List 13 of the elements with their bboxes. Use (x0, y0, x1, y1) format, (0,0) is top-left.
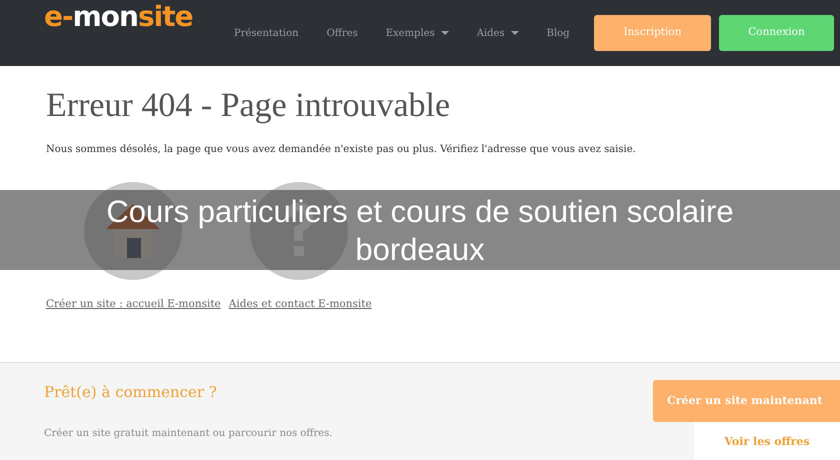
nav-link[interactable]: Exemples (372, 26, 463, 40)
footer-title: Prêt(e) à commencer ? (44, 383, 217, 401)
logo[interactable]: e-monsite (44, 0, 193, 34)
link[interactable]: Aides et contact E-monsite (228, 296, 372, 313)
nav-link[interactable]: Offres (312, 26, 372, 40)
caption-banner: Cours particuliers et cours de soutien scolaire bordeaux (0, 190, 840, 270)
link[interactable]: Créer un site : accueil E-monsite (46, 296, 221, 313)
nav-link[interactable]: Présentation (220, 26, 313, 40)
page-title: Erreur 404 - Page introuvable (46, 86, 452, 126)
nav-link[interactable]: Aides (462, 26, 533, 40)
footer-text: Créer un site gratuit maintenant ou parcourir nos offres. (44, 427, 332, 441)
nav-link[interactable]: Blog (532, 26, 584, 40)
error-message: Nous sommes désolés, la page que vous avez demandée n'existe pas ou plus. Vérifiez l'adresse que vous avez saisie. (46, 142, 637, 157)
